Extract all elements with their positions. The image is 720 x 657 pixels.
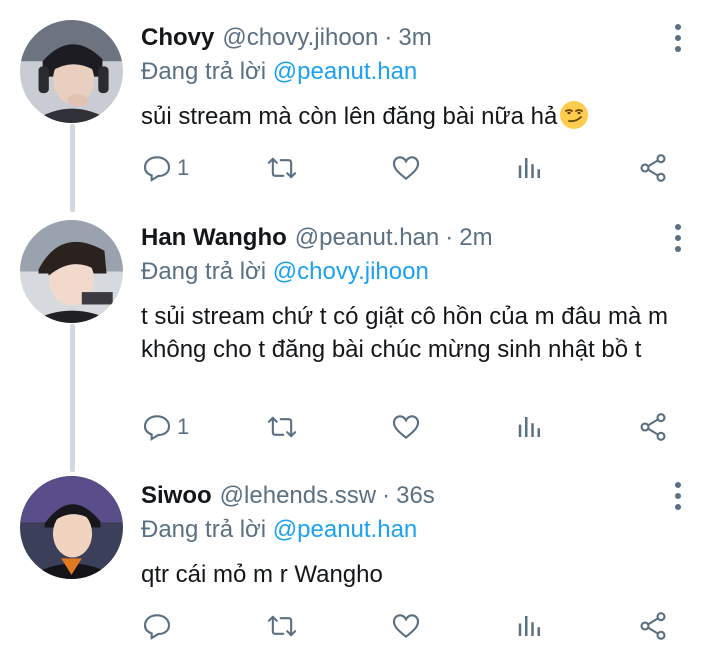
tweet-text: t sủi stream chứ t có giật cô hồn của m … [141,303,668,363]
reply-count: 1 [177,414,190,439]
handle[interactable]: @chovy.jihoon [222,21,378,55]
share-icon [640,154,666,182]
display-name[interactable]: Han Wangho [141,221,287,255]
reply-icon [143,415,171,441]
retweet-button[interactable] [265,148,299,188]
action-bar [141,606,701,646]
replying-to: Đang trả lời @peanut.han [141,55,700,89]
reply-button[interactable]: 1 [141,148,189,188]
reply-to-link[interactable]: @peanut.han [273,516,417,543]
smirking-face-emoji [560,101,589,129]
more-options-button[interactable] [666,21,690,55]
handle[interactable]: @lehends.ssw [220,479,376,513]
reply-button[interactable] [141,606,177,646]
analytics-icon [518,616,540,636]
analytics-icon [518,417,540,437]
avatar[interactable] [20,20,123,123]
more-vertical-icon [675,224,681,230]
reply-icon [143,156,171,182]
share-icon [640,413,666,441]
like-button[interactable] [389,407,423,447]
heart-icon [392,156,420,181]
tweet-text-content: sủi stream mà còn lên đăng bài nữa hả [141,103,558,130]
reply-prefix: Đang trả lời [141,516,267,543]
more-vertical-icon [675,24,681,30]
separator-dot: · [445,224,454,251]
more-options-button[interactable] [666,479,690,513]
more-vertical-icon [675,482,681,488]
timestamp[interactable]: 3m [398,21,431,55]
share-icon [640,612,666,640]
retweet-icon [267,157,297,179]
share-button[interactable] [637,407,669,447]
analytics-button[interactable] [515,606,545,646]
separator-dot: · [384,24,393,51]
action-bar: 1 [141,148,701,188]
replying-to: Đang trả lời @chovy.jihoon [141,255,700,289]
reply-to-link[interactable]: @peanut.han [273,58,417,85]
handle[interactable]: @peanut.han [295,221,439,255]
replying-to: Đang trả lời @peanut.han [141,513,700,547]
reply-count: 1 [177,155,190,180]
analytics-icon [518,158,540,178]
separator-dot: · [382,482,391,509]
reply-prefix: Đang trả lời [141,258,267,285]
retweet-button[interactable] [265,606,299,646]
tweet-text: qtr cái mỏ m r Wangho [141,561,383,588]
like-button[interactable] [389,606,423,646]
timestamp[interactable]: 2m [459,221,492,255]
thread-line [70,124,75,212]
retweet-button[interactable] [265,407,299,447]
heart-icon [392,415,420,440]
more-options-button[interactable] [666,221,690,255]
like-button[interactable] [389,148,423,188]
display-name[interactable]: Siwoo [141,479,212,513]
retweet-icon [267,416,297,438]
heart-icon [392,614,420,639]
thread-line [70,324,75,472]
timestamp[interactable]: 36s [396,479,435,513]
display-name[interactable]: Chovy [141,21,214,55]
reply-button[interactable]: 1 [141,407,189,447]
analytics-button[interactable] [515,407,545,447]
tweet-text: sủi stream mà còn lên đăng bài nữa hả [141,100,701,133]
share-button[interactable] [637,606,669,646]
retweet-icon [267,615,297,637]
share-button[interactable] [637,148,669,188]
reply-icon [143,614,171,640]
reply-prefix: Đang trả lời [141,58,267,85]
reply-to-link[interactable]: @chovy.jihoon [273,258,429,285]
action-bar: 1 [141,407,701,447]
analytics-button[interactable] [515,148,545,188]
avatar[interactable] [20,220,123,323]
avatar[interactable] [20,476,123,579]
